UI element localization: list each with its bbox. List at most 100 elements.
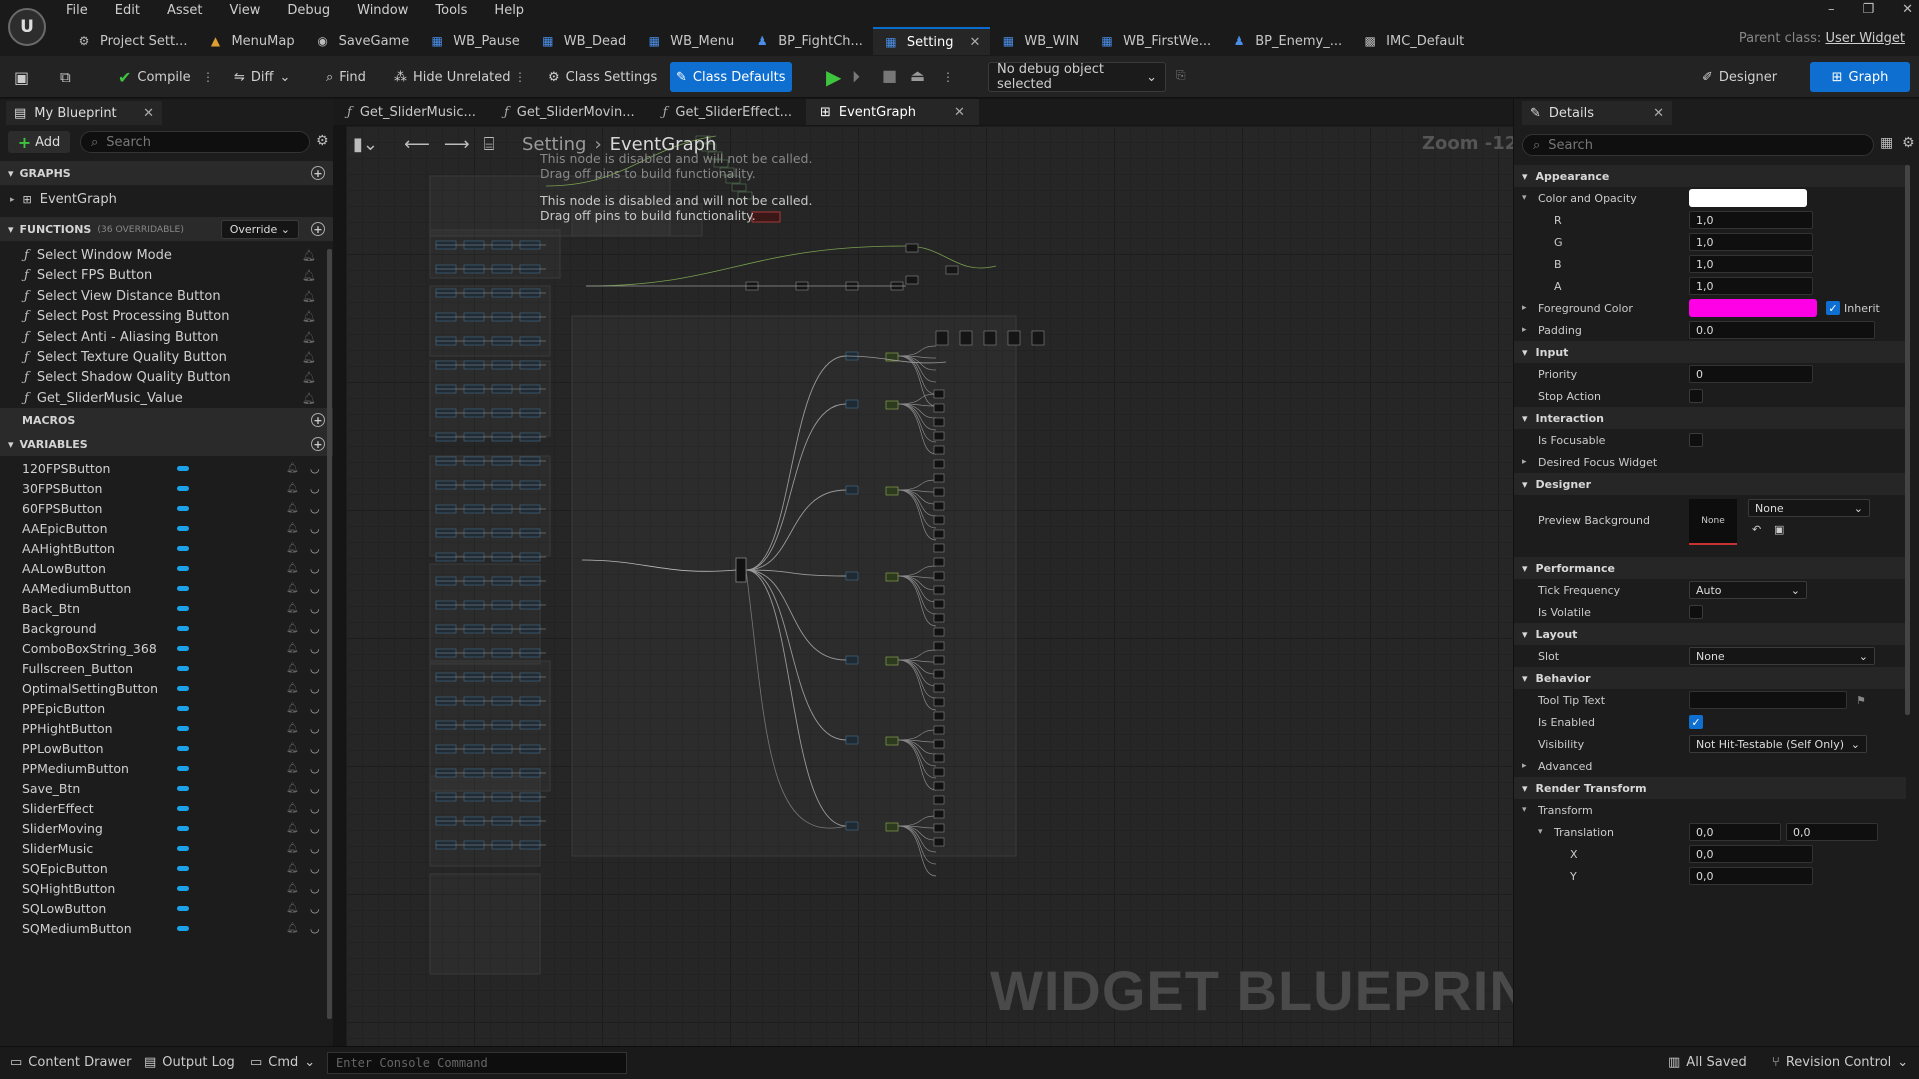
visibility-eye-icon[interactable]: ◡ (310, 922, 320, 935)
graph-node[interactable] (933, 431, 945, 441)
y-field[interactable]: 0,0 (1689, 867, 1813, 885)
asset-tab[interactable]: ♟ BP_FightCh... (744, 27, 873, 55)
visibility-eye-icon[interactable]: ◡ (310, 462, 320, 475)
graph-node[interactable] (933, 627, 945, 637)
asset-tab[interactable]: ▦ WB_FirstWe... (1089, 27, 1221, 55)
color-g-field[interactable]: 1,0 (1689, 233, 1813, 251)
visibility-eye-icon[interactable]: ◡ (310, 682, 320, 695)
bell-icon[interactable]: 🔔︎ (286, 763, 299, 774)
graph-node[interactable] (885, 736, 899, 746)
bell-icon[interactable]: 🔔︎ (286, 543, 299, 554)
hierarchy-icon[interactable]: ⌸ (484, 134, 495, 155)
close-icon[interactable]: ✕ (954, 105, 965, 120)
expand-icon[interactable]: ▸ (1522, 303, 1527, 313)
graph-node[interactable] (885, 486, 899, 496)
close-window-icon[interactable]: ✕ (1902, 2, 1913, 17)
appearance-section[interactable]: ▾ Appearance (1514, 165, 1906, 187)
output-log-button[interactable]: ▤ Output Log (144, 1055, 235, 1070)
graph-tab[interactable]: ƒ Get_SliderMovin... (490, 99, 649, 125)
graph-node[interactable] (845, 571, 859, 581)
bell-icon[interactable]: 🔔︎ (302, 249, 316, 262)
graph-node[interactable] (933, 697, 945, 707)
expand-icon[interactable]: ▸ (1522, 761, 1527, 771)
comment-box[interactable] (571, 315, 1017, 857)
all-saved-button[interactable]: ▥ All Saved (1668, 1055, 1747, 1070)
graph-node[interactable] (845, 399, 859, 409)
graph-node[interactable] (1007, 330, 1021, 346)
interaction-section[interactable]: ▾ Interaction (1514, 407, 1906, 429)
macros-section-header[interactable]: MACROS + (0, 408, 333, 432)
bind-flag-icon[interactable]: ⚑ (1856, 694, 1866, 707)
bell-icon[interactable]: 🔔︎ (302, 310, 316, 323)
visibility-eye-icon[interactable]: ◡ (310, 882, 320, 895)
graph-node[interactable] (885, 822, 899, 832)
scrollbar[interactable] (327, 249, 332, 1019)
graph-node[interactable] (731, 183, 747, 192)
debug-filter-icon[interactable]: ⎘ (1176, 68, 1186, 83)
visibility-eye-icon[interactable]: ◡ (310, 722, 320, 735)
asset-tab[interactable]: ▦ Setting ✕ (872, 27, 991, 55)
color-b-field[interactable]: 1,0 (1689, 255, 1813, 273)
bell-icon[interactable]: 🔔︎ (286, 703, 299, 714)
bell-icon[interactable]: 🔔︎ (302, 392, 316, 405)
bell-icon[interactable]: 🔔︎ (286, 903, 299, 914)
variable-item[interactable]: Save_Btn 🔔︎ ◡ (0, 778, 330, 798)
class-settings-button[interactable]: ⚙ Class Settings (542, 62, 663, 92)
expand-icon[interactable]: ▸ (1522, 325, 1527, 335)
asset-tab[interactable]: ⚙ Project Sett... (66, 27, 197, 55)
graph-node[interactable] (933, 459, 945, 469)
variable-item[interactable]: Fullscreen_Button 🔔︎ ◡ (0, 658, 330, 678)
variable-item[interactable]: PPEpicButton 🔔︎ ◡ (0, 698, 330, 718)
asset-tab[interactable]: ▦ WB_Menu (636, 27, 744, 55)
preview-background-dropdown[interactable]: None ⌄ (1748, 499, 1870, 517)
graph-node[interactable] (933, 809, 945, 819)
graph-node[interactable] (933, 473, 945, 483)
variable-item[interactable]: SliderEffect 🔔︎ ◡ (0, 798, 330, 818)
menu-tools[interactable]: Tools (435, 3, 467, 21)
graph-node[interactable] (933, 417, 945, 427)
hide-unrelated-options-icon[interactable]: ⋮ (514, 70, 526, 84)
forward-arrow-icon[interactable]: ⟶ (444, 134, 470, 155)
collapse-icon[interactable]: ▾ (1522, 193, 1527, 203)
bell-icon[interactable]: 🔔︎ (286, 603, 299, 614)
variable-item[interactable]: SQMediumButton 🔔︎ ◡ (0, 918, 330, 938)
class-defaults-button[interactable]: ✎ Class Defaults (670, 62, 792, 92)
tick-frequency-dropdown[interactable]: Auto ⌄ (1689, 581, 1807, 599)
bell-icon[interactable]: 🔔︎ (286, 503, 299, 514)
menu-window[interactable]: Window (357, 3, 408, 21)
bell-icon[interactable]: 🔔︎ (286, 483, 299, 494)
variable-item[interactable]: AAEpicButton 🔔︎ ◡ (0, 518, 330, 538)
graph-node[interactable] (933, 529, 945, 539)
visibility-eye-icon[interactable]: ◡ (310, 602, 320, 615)
save-icon[interactable]: ▣ (14, 68, 29, 87)
eject-icon[interactable]: ⏏ (910, 66, 925, 85)
expand-icon[interactable]: ▸ (1522, 457, 1527, 467)
override-dropdown[interactable]: Override ⌄ (220, 219, 299, 239)
graph-node[interactable] (845, 821, 859, 831)
visibility-eye-icon[interactable]: ◡ (310, 582, 320, 595)
visibility-eye-icon[interactable]: ◡ (310, 902, 320, 915)
graph-node[interactable] (845, 655, 859, 665)
browse-asset-icon[interactable]: ▣ (1774, 523, 1784, 536)
graph-node[interactable] (933, 767, 945, 777)
variable-item[interactable]: 120FPSButton 🔔︎ ◡ (0, 458, 330, 478)
play-icon[interactable]: ▶ (826, 65, 841, 89)
graph-node[interactable] (933, 501, 945, 511)
hide-unrelated-button[interactable]: ⁂ Hide Unrelated (388, 62, 517, 92)
is-enabled-checkbox[interactable]: ✓ (1689, 715, 1703, 729)
graph-node[interactable] (933, 403, 945, 413)
designer-section[interactable]: ▾ Designer (1514, 473, 1906, 495)
bell-icon[interactable]: 🔔︎ (302, 351, 316, 364)
designer-mode-button[interactable]: ✐ Designer (1696, 62, 1783, 92)
input-section[interactable]: ▾ Input (1514, 341, 1906, 363)
slot-dropdown[interactable]: None ⌄ (1689, 647, 1875, 665)
bell-icon[interactable]: 🔔︎ (302, 371, 316, 384)
visibility-eye-icon[interactable]: ◡ (310, 802, 320, 815)
visibility-eye-icon[interactable]: ◡ (310, 622, 320, 635)
menu-view[interactable]: View (230, 3, 261, 21)
menu-help[interactable]: Help (494, 3, 524, 21)
bell-icon[interactable]: 🔔︎ (286, 523, 299, 534)
menu-edit[interactable]: Edit (115, 3, 140, 21)
add-graph-icon[interactable]: + (311, 166, 325, 180)
color-r-field[interactable]: 1,0 (1689, 211, 1813, 229)
